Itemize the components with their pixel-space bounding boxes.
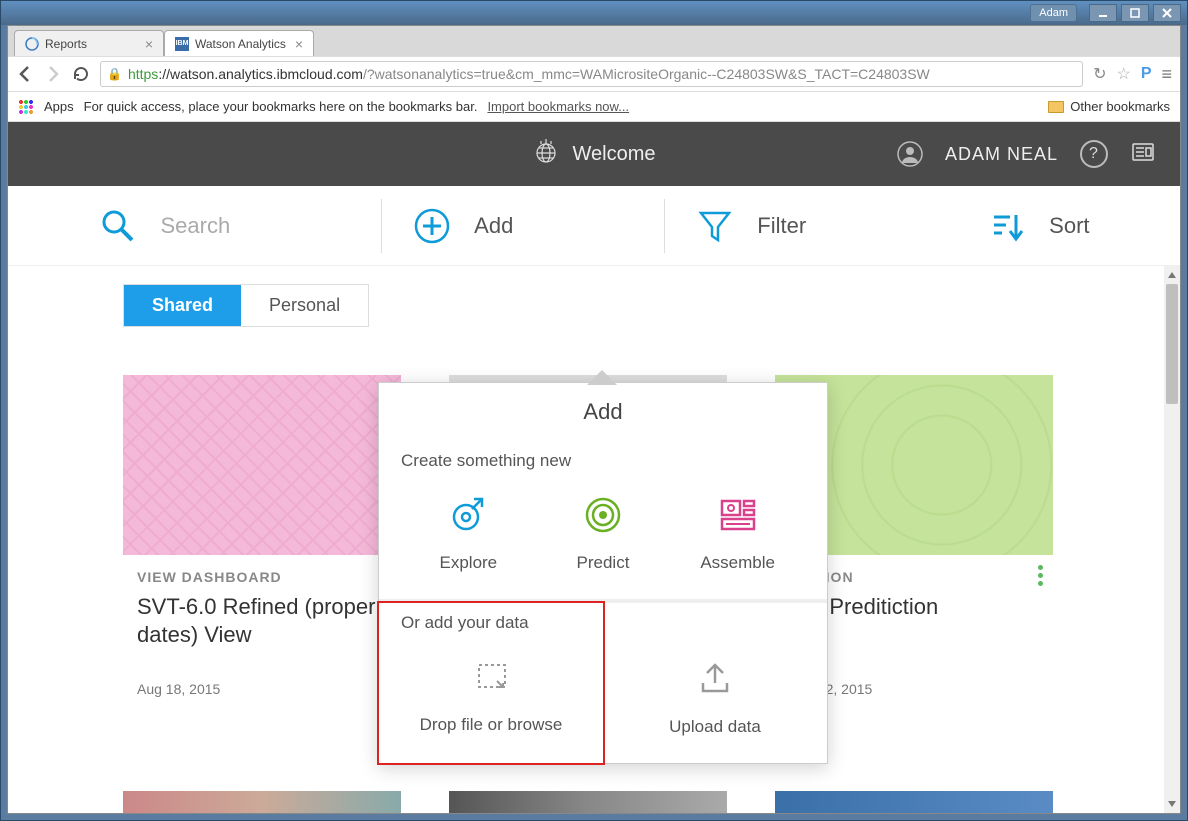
explore-option[interactable]: Explore xyxy=(408,493,528,573)
drop-file-icon xyxy=(469,655,513,699)
url-host: ://watson.analytics.ibmcloud.com xyxy=(158,66,363,82)
window-close-button[interactable] xyxy=(1153,4,1181,22)
bookmarks-bar: Apps For quick access, place your bookma… xyxy=(8,92,1180,122)
folder-icon xyxy=(1048,101,1064,113)
add-popup: Add Create something new Explore xyxy=(378,382,828,764)
window-titlebar[interactable]: Adam xyxy=(1,1,1187,25)
bookmarks-hint-text: For quick access, place your bookmarks h… xyxy=(84,99,478,114)
sort-action[interactable]: Sort xyxy=(957,206,1119,246)
explore-icon xyxy=(446,493,490,537)
drop-file-section[interactable]: Or add your data Drop file or browse xyxy=(377,601,605,765)
upload-label: Upload data xyxy=(669,717,761,737)
scroll-up-icon[interactable] xyxy=(1168,270,1176,278)
url-path: /?watsonanalytics=true&cm_mmc=WAMicrosit… xyxy=(363,66,930,82)
filter-action[interactable]: Filter xyxy=(664,199,836,253)
card-date: Aug 18, 2015 xyxy=(137,681,387,697)
search-label: Search xyxy=(160,213,230,239)
popup-arrow xyxy=(588,371,616,385)
assemble-option[interactable]: Assemble xyxy=(678,493,798,573)
tab-label: Reports xyxy=(45,37,139,51)
user-avatar-icon[interactable] xyxy=(897,141,923,167)
next-row-peek xyxy=(123,791,1053,813)
browser-menu-icon[interactable]: ≡ xyxy=(1161,64,1172,85)
sort-icon xyxy=(987,206,1027,246)
upload-data-section[interactable]: Upload data xyxy=(603,603,827,763)
browser-navbar: 🔒 https://watson.analytics.ibmcloud.com/… xyxy=(8,56,1180,92)
app-header: Welcome ADAM NEAL ? xyxy=(8,122,1180,186)
browser-tab-watson[interactable]: IBM Watson Analytics × xyxy=(164,30,314,56)
explore-label: Explore xyxy=(440,553,498,573)
url-input[interactable]: 🔒 https://watson.analytics.ibmcloud.com/… xyxy=(100,61,1083,87)
browser-frame: Reports × IBM Watson Analytics × 🔒 https… xyxy=(7,25,1181,814)
nav-back-button[interactable] xyxy=(16,65,34,83)
popup-title: Add xyxy=(379,383,827,441)
nav-forward-button xyxy=(44,65,62,83)
nav-reload-button[interactable] xyxy=(72,65,90,83)
import-bookmarks-link[interactable]: Import bookmarks now... xyxy=(487,99,629,114)
add-label: Add xyxy=(474,213,513,239)
tab-shared[interactable]: Shared xyxy=(124,285,241,326)
browser-tabstrip: Reports × IBM Watson Analytics × xyxy=(8,26,1180,56)
tab-personal[interactable]: Personal xyxy=(241,285,368,326)
apps-label[interactable]: Apps xyxy=(44,99,74,114)
extension-button[interactable]: P xyxy=(1141,65,1152,83)
content-tabs: Shared Personal xyxy=(123,284,369,327)
header-username[interactable]: ADAM NEAL xyxy=(945,144,1058,165)
popup-section1-title: Create something new xyxy=(401,451,805,471)
tab-close-icon[interactable]: × xyxy=(145,36,153,52)
upload-icon xyxy=(693,657,737,701)
browser-tab-reports[interactable]: Reports × xyxy=(14,30,164,56)
card-thumbnail xyxy=(123,375,401,555)
filter-icon xyxy=(695,206,735,246)
help-button[interactable]: ? xyxy=(1080,140,1108,168)
predict-label: Predict xyxy=(577,553,630,573)
card-title: SVT-6.0 Refined (proper dates) View xyxy=(137,593,387,651)
search-action[interactable]: Search xyxy=(68,206,260,246)
assemble-label: Assemble xyxy=(700,553,775,573)
scroll-down-icon[interactable] xyxy=(1168,801,1176,809)
popup-section2-title: Or add your data xyxy=(401,613,581,633)
tab-close-icon[interactable]: × xyxy=(295,36,303,52)
action-bar: Search Add Filter xyxy=(8,186,1180,266)
favicon-reports xyxy=(25,37,39,51)
app-viewport: Welcome ADAM NEAL ? xyxy=(8,122,1180,813)
bookmark-star-icon[interactable]: ☆ xyxy=(1116,64,1130,84)
url-protocol: https xyxy=(128,66,158,82)
favicon-ibm: IBM xyxy=(175,37,189,51)
other-bookmarks-label: Other bookmarks xyxy=(1070,99,1170,114)
other-bookmarks-button[interactable]: Other bookmarks xyxy=(1048,99,1170,114)
predict-option[interactable]: Predict xyxy=(543,493,663,573)
card-item[interactable]: VIEW DASHBOARD SVT-6.0 Refined (proper d… xyxy=(123,375,401,705)
drop-file-label: Drop file or browse xyxy=(420,715,563,735)
reload-stop-icon[interactable]: ↻ xyxy=(1093,64,1106,84)
lock-icon: 🔒 xyxy=(107,67,122,81)
card-kicker: VIEW DASHBOARD xyxy=(137,569,387,585)
welcome-text: Welcome xyxy=(573,143,656,166)
sort-label: Sort xyxy=(1049,213,1089,239)
plus-circle-icon xyxy=(412,206,452,246)
window-minimize-button[interactable] xyxy=(1089,4,1117,22)
scroll-thumb[interactable] xyxy=(1166,284,1178,404)
apps-grid-icon[interactable] xyxy=(18,99,34,115)
filter-label: Filter xyxy=(757,213,806,239)
vertical-scrollbar[interactable] xyxy=(1164,266,1180,813)
predict-icon xyxy=(581,493,625,537)
news-icon[interactable] xyxy=(1130,139,1156,170)
window-maximize-button[interactable] xyxy=(1121,4,1149,22)
assemble-icon xyxy=(716,493,760,537)
os-window: Adam Reports × IBM Watson Analytics × 🔒 xyxy=(0,0,1188,821)
os-user-pill[interactable]: Adam xyxy=(1030,4,1077,22)
search-icon xyxy=(98,206,138,246)
tab-label: Watson Analytics xyxy=(195,37,289,51)
globe-icon xyxy=(533,138,559,170)
add-action[interactable]: Add xyxy=(381,199,543,253)
card-menu-icon[interactable] xyxy=(1038,565,1043,586)
